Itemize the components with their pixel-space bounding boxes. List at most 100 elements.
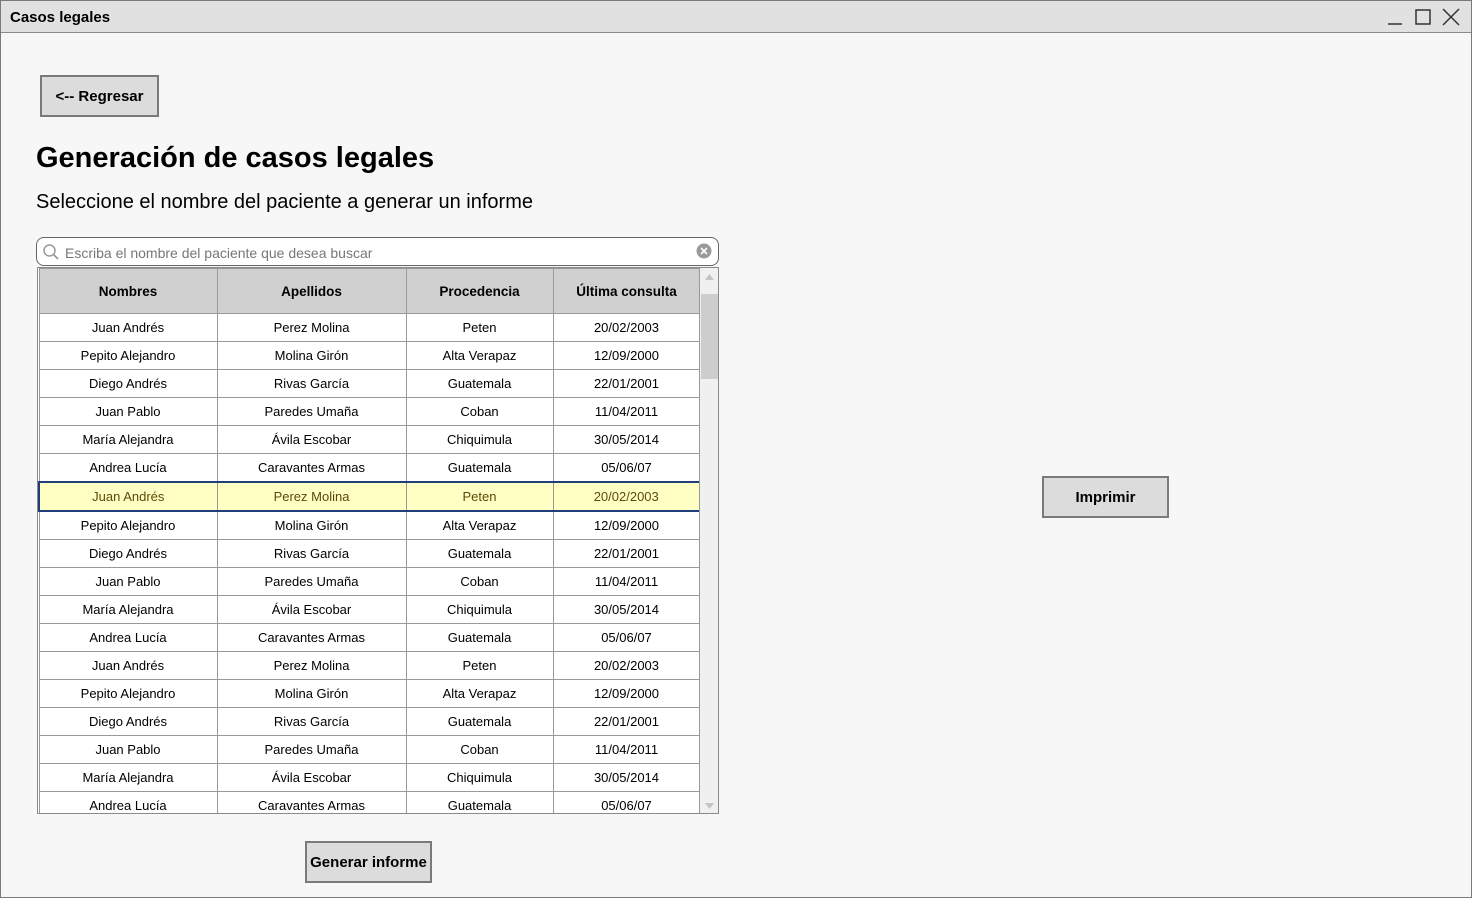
table-cell: Peten — [405, 313, 554, 342]
scrollbar-thumb[interactable] — [701, 294, 718, 379]
table-cell: 22/01/2001 — [552, 539, 701, 568]
table-cell: Diego Andrés — [38, 707, 218, 736]
table-cell: Rivas García — [216, 369, 407, 398]
search-icon — [42, 243, 60, 266]
table-cell: Juan Pablo — [38, 567, 218, 596]
print-button[interactable]: Imprimir — [1042, 476, 1169, 518]
table-cell: Guatemala — [405, 791, 554, 813]
table-cell: 12/09/2000 — [552, 679, 701, 708]
table-cell: Alta Verapaz — [405, 679, 554, 708]
table-cell: 30/05/2014 — [552, 763, 701, 792]
table-row[interactable]: Pepito Alejandro Molina Girón Alta Verapaz… — [38, 341, 701, 370]
table-cell: Juan Pablo — [38, 397, 218, 426]
table-row[interactable]: Diego Andrés Rivas García Guatemala 22/01/2… — [38, 539, 701, 568]
window-title: Casos legales — [10, 9, 111, 26]
table-cell: Perez Molina — [216, 313, 407, 342]
table-cell: Coban — [405, 735, 554, 764]
table-cell: 11/04/2011 — [552, 397, 701, 426]
table-cell: Juan Andrés — [38, 313, 218, 342]
table-cell: Coban — [405, 397, 554, 426]
table-cell: Guatemala — [405, 539, 554, 568]
table-cell: 12/09/2000 — [552, 341, 701, 370]
table-row[interactable]: Juan Pablo Paredes Umaña Coban 11/04/2011 — [38, 735, 701, 764]
generate-report-button[interactable]: Generar informe — [305, 841, 432, 883]
table-cell: Rivas García — [216, 707, 407, 736]
table-row[interactable]: Andrea Lucía Caravantes Armas Guatemala 05/… — [38, 791, 701, 813]
table-cell: Paredes Umaña — [216, 567, 407, 596]
table-cell: María Alejandra — [38, 763, 218, 792]
table-cell: Peten — [405, 651, 554, 680]
vertical-scrollbar[interactable] — [699, 268, 718, 813]
table-cell: Ávila Escobar — [216, 425, 407, 454]
table-row[interactable]: Diego Andrés Rivas García Guatemala 22/01/2… — [38, 369, 701, 398]
table-cell: Molina Girón — [216, 679, 407, 708]
table-row[interactable]: Juan Andrés Perez Molina Peten 20/02/2003 — [38, 651, 701, 680]
table-cell: 20/02/2003 — [552, 481, 701, 512]
table-row[interactable]: María Alejandra Ávila Escobar Chiquimula 30… — [38, 763, 701, 792]
table-cell: Alta Verapaz — [405, 510, 554, 540]
table-row[interactable]: Juan Pablo Paredes Umaña Coban 11/04/2011 — [38, 397, 701, 426]
clear-search-icon[interactable] — [696, 243, 712, 264]
table-cell: Andrea Lucía — [38, 453, 218, 483]
table-cell: 05/06/07 — [552, 791, 701, 813]
patient-search-input[interactable] — [63, 241, 687, 264]
table-row[interactable]: Pepito Alejandro Molina Girón Alta Verapaz… — [38, 679, 701, 708]
table-cell: 05/06/07 — [552, 623, 701, 652]
table-row[interactable]: Andrea Lucía Caravantes Armas Guatemala 05/… — [38, 453, 701, 483]
table-cell: Alta Verapaz — [405, 341, 554, 370]
table-cell: 05/06/07 — [552, 453, 701, 483]
table-row[interactable]: Juan Andrés Perez Molina Peten 20/02/2003 — [38, 481, 701, 512]
table-row[interactable]: Pepito Alejandro Molina Girón Alta Verapaz… — [38, 510, 701, 540]
table-row[interactable]: María Alejandra Ávila Escobar Chiquimula 30… — [38, 425, 701, 454]
table-cell: Ávila Escobar — [216, 763, 407, 792]
table-cell: Juan Pablo — [38, 735, 218, 764]
close-icon[interactable] — [1441, 7, 1461, 27]
column-header-procedencia[interactable]: Procedencia — [405, 268, 554, 314]
table-row[interactable]: Andrea Lucía Caravantes Armas Guatemala 05/… — [38, 623, 701, 652]
table-cell: Perez Molina — [216, 481, 407, 512]
table-cell: Chiquimula — [405, 425, 554, 454]
scroll-up-icon[interactable] — [703, 270, 716, 282]
search-box — [36, 237, 719, 266]
table-row[interactable]: Juan Pablo Paredes Umaña Coban 11/04/2011 — [38, 567, 701, 596]
table-cell: Juan Andrés — [38, 481, 218, 512]
minimize-icon[interactable] — [1385, 7, 1405, 27]
table-cell: 22/01/2001 — [552, 369, 701, 398]
table-cell: María Alejandra — [38, 595, 218, 624]
table-cell: Andrea Lucía — [38, 623, 218, 652]
scroll-down-icon[interactable] — [703, 799, 716, 811]
table-cell: Pepito Alejandro — [38, 341, 218, 370]
back-button[interactable]: <-- Regresar — [40, 75, 159, 117]
table-cell: 11/04/2011 — [552, 567, 701, 596]
table-body: Juan Andrés Perez Molina Peten 20/02/2003 Pe… — [38, 313, 701, 813]
column-header-nombres[interactable]: Nombres — [38, 268, 218, 314]
table-cell: Guatemala — [405, 453, 554, 483]
table-cell: Molina Girón — [216, 341, 407, 370]
table-cell: Molina Girón — [216, 510, 407, 540]
table-cell: Pepito Alejandro — [38, 510, 218, 540]
table-cell: Juan Andrés — [38, 651, 218, 680]
table-cell: Pepito Alejandro — [38, 679, 218, 708]
table-cell: Diego Andrés — [38, 539, 218, 568]
page-subtitle: Seleccione el nombre del paciente a gene… — [36, 191, 533, 213]
column-header-ultima-consulta[interactable]: Última consulta — [552, 268, 701, 314]
table-cell: Paredes Umaña — [216, 735, 407, 764]
table-cell: 22/01/2001 — [552, 707, 701, 736]
table-row[interactable]: Diego Andrés Rivas García Guatemala 22/01/2… — [38, 707, 701, 736]
table-cell: 12/09/2000 — [552, 510, 701, 540]
maximize-icon[interactable] — [1413, 7, 1433, 27]
table-cell: María Alejandra — [38, 425, 218, 454]
table-cell: Paredes Umaña — [216, 397, 407, 426]
table-row[interactable]: Juan Andrés Perez Molina Peten 20/02/2003 — [38, 313, 701, 342]
page-title: Generación de casos legales — [36, 142, 435, 174]
table-header-row: Nombres Apellidos Procedencia Última con… — [38, 268, 701, 314]
table-cell: Chiquimula — [405, 763, 554, 792]
table-cell: Ávila Escobar — [216, 595, 407, 624]
table-cell: 30/05/2014 — [552, 425, 701, 454]
table-cell: Diego Andrés — [38, 369, 218, 398]
table-cell: 20/02/2003 — [552, 651, 701, 680]
table-cell: 20/02/2003 — [552, 313, 701, 342]
column-header-apellidos[interactable]: Apellidos — [216, 268, 407, 314]
table-row[interactable]: María Alejandra Ávila Escobar Chiquimula 30… — [38, 595, 701, 624]
table-cell: Chiquimula — [405, 595, 554, 624]
